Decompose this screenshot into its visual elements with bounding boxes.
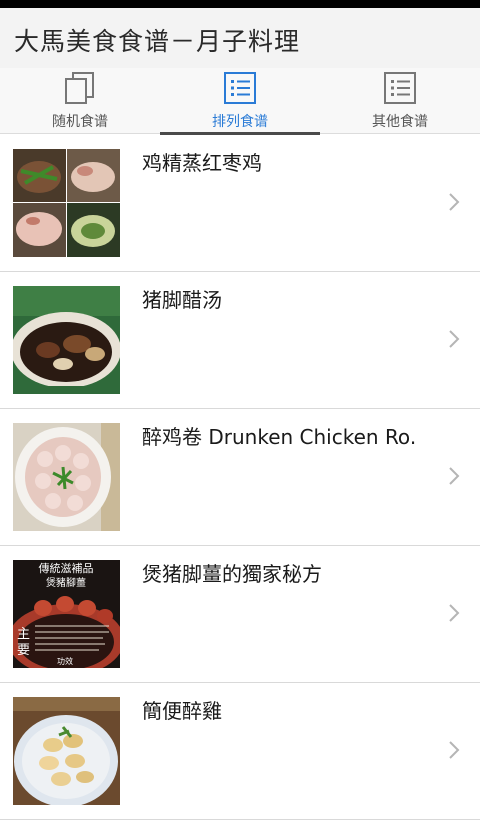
thumbnail-caption: 傳統滋補品 (39, 561, 94, 575)
recipe-list-item[interactable]: 簡便醉雞 (0, 683, 480, 820)
app-title: 大馬美食食谱－月子料理 (14, 27, 301, 56)
tab-label: 随机食谱 (52, 114, 108, 130)
recipe-list: 鸡精蒸红枣鸡 猪脚醋汤 醉鸡卷 Drunken Chicken Ro. 傳統滋補… (0, 135, 480, 820)
recipe-title: 猪脚醋汤 (142, 288, 222, 312)
recipe-title: 煲猪脚薑的獨家秘方 (142, 562, 322, 586)
list-icon (224, 72, 256, 104)
recipe-title: 醉鸡卷 Drunken Chicken Ro. (142, 425, 417, 449)
status-bar (0, 0, 480, 8)
chevron-right-icon (449, 193, 460, 211)
recipe-thumbnail (13, 286, 120, 394)
recipe-thumbnail (13, 423, 120, 531)
tab-bar: 随机食谱 排列食谱 其他食谱 (0, 68, 480, 135)
recipe-thumbnail (13, 149, 120, 257)
recipe-thumbnail: 傳統滋補品 煲豬腳薑 主 要 功效 (13, 560, 120, 668)
tab-sorted-recipes[interactable]: 排列食谱 (160, 68, 320, 135)
recipe-list-item[interactable]: 醉鸡卷 Drunken Chicken Ro. (0, 409, 480, 546)
tab-random-recipes[interactable]: 随机食谱 (0, 68, 160, 134)
recipe-list-item[interactable]: 鸡精蒸红枣鸡 (0, 135, 480, 272)
thumbnail-caption: 主 (17, 627, 30, 642)
app-title-bar: 大馬美食食谱－月子料理 (0, 8, 480, 68)
recipe-list-item[interactable]: 猪脚醋汤 (0, 272, 480, 409)
recipe-title: 鸡精蒸红枣鸡 (142, 151, 262, 175)
chevron-right-icon (449, 467, 460, 485)
thumbnail-caption: 要 (17, 643, 30, 658)
recipe-list-item[interactable]: 傳統滋補品 煲豬腳薑 主 要 功效 煲猪脚薑的獨家秘方 (0, 546, 480, 683)
copy-pages-icon (65, 72, 94, 104)
chevron-right-icon (449, 330, 460, 348)
recipe-thumbnail (13, 697, 120, 805)
tab-other-recipes[interactable]: 其他食谱 (320, 68, 480, 134)
thumbnail-caption: 煲豬腳薑 (46, 576, 86, 589)
recipe-title: 簡便醉雞 (142, 699, 222, 723)
chevron-right-icon (449, 604, 460, 622)
tab-label: 其他食谱 (372, 114, 428, 130)
thumbnail-caption: 功效 (57, 656, 73, 666)
chevron-right-icon (449, 741, 460, 759)
tab-label: 排列食谱 (212, 114, 268, 130)
list-icon (384, 72, 416, 104)
